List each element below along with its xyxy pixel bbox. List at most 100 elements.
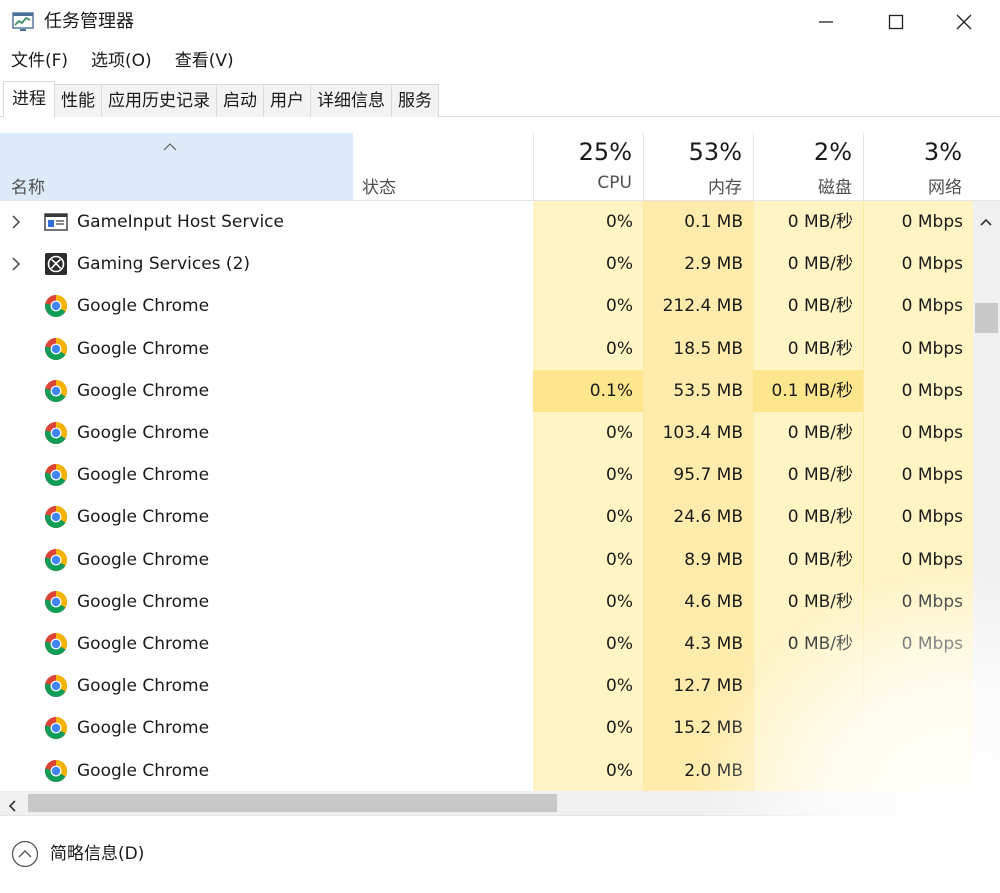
tab-details[interactable]: 详细信息 (310, 84, 392, 117)
process-name: Google Chrome (77, 550, 210, 570)
xbox-icon (44, 252, 68, 276)
process-row[interactable]: Google Chrome 0% 4.3 MB 0 MB/秒 0 Mbps (0, 623, 973, 665)
network-total-percent: 3% (923, 138, 962, 166)
cpu-total-percent: 25% (578, 138, 632, 166)
cpu-value: 0% (606, 550, 633, 570)
disk-value: 0 MB/秒 (787, 634, 853, 654)
task-manager-icon (12, 11, 36, 33)
cpu-value: 0% (606, 718, 633, 738)
cpu-value: 0% (606, 592, 633, 612)
tab-services[interactable]: 服务 (391, 84, 439, 117)
chrome-icon (44, 548, 68, 572)
tab-performance[interactable]: 性能 (54, 84, 102, 117)
disk-value: 0 MB/秒 (787, 465, 853, 485)
process-row[interactable]: GameInput Host Service 0% 0.1 MB 0 MB/秒 0 Mb… (0, 201, 973, 243)
title-bar[interactable]: 任务管理器 (0, 0, 1000, 44)
vertical-scrollbar[interactable] (973, 201, 1000, 791)
process-name: Google Chrome (77, 507, 210, 527)
chrome-icon (44, 421, 68, 445)
minimize-button[interactable] (792, 0, 860, 44)
memory-value: 53.5 MB (673, 381, 743, 401)
column-header-disk[interactable]: 2% 磁盘 (753, 133, 862, 200)
process-row[interactable]: Google Chrome 0% 212.4 MB 0 MB/秒 0 Mbps (0, 285, 973, 327)
process-name: Google Chrome (77, 423, 210, 443)
horizontal-scrollbar[interactable] (0, 791, 1000, 815)
process-name: Google Chrome (77, 634, 210, 654)
memory-value: 2.0 MB (684, 761, 743, 781)
process-row[interactable]: Gaming Services (2) 0% 2.9 MB 0 MB/秒 0 Mbps (0, 243, 973, 285)
vertical-scroll-thumb[interactable] (975, 303, 998, 333)
disk-value: 0 MB/秒 (787, 254, 853, 274)
process-row[interactable]: Google Chrome 0% 15.2 MB (0, 707, 973, 749)
network-value: 0 Mbps (901, 592, 963, 612)
column-header-name[interactable]: 名称 (0, 133, 353, 200)
collapse-circle-icon[interactable] (11, 840, 39, 872)
process-row[interactable]: Google Chrome 0.1% 53.5 MB 0.1 MB/秒 0 Mbps (0, 370, 973, 412)
memory-value: 4.6 MB (684, 592, 743, 612)
chrome-icon (44, 759, 68, 783)
network-value: 0 Mbps (901, 254, 963, 274)
tab-users[interactable]: 用户 (263, 84, 311, 117)
memory-value: 0.1 MB (684, 212, 743, 232)
column-header-cpu[interactable]: 25% CPU (533, 133, 642, 200)
cpu-value: 0% (606, 676, 633, 696)
disk-value: 0 MB/秒 (787, 212, 853, 232)
fewer-details-button[interactable]: 简略信息(D) (50, 843, 144, 865)
process-name: Google Chrome (77, 592, 210, 612)
process-name: Gaming Services (2) (77, 254, 251, 274)
process-row[interactable]: Google Chrome 0% 95.7 MB 0 MB/秒 0 Mbps (0, 454, 973, 496)
network-value: 0 Mbps (901, 507, 963, 527)
scroll-left-icon[interactable] (8, 797, 16, 816)
column-header-memory[interactable]: 53% 内存 (643, 133, 752, 200)
process-row[interactable]: Google Chrome 0% 18.5 MB 0 MB/秒 0 Mbps (0, 328, 973, 370)
column-header-status[interactable]: 状态 (362, 173, 396, 198)
chrome-icon (44, 505, 68, 529)
process-list: GameInput Host Service 0% 0.1 MB 0 MB/秒 0 Mb… (0, 201, 973, 791)
memory-value: 8.9 MB (684, 550, 743, 570)
process-row[interactable]: Google Chrome 0% 2.0 MB (0, 750, 973, 791)
tab-app-history[interactable]: 应用历史记录 (101, 84, 217, 117)
horizontal-scroll-thumb[interactable] (28, 794, 557, 812)
tab-processes[interactable]: 进程 (3, 81, 55, 117)
network-value: 0 Mbps (901, 550, 963, 570)
scroll-up-icon[interactable] (980, 211, 992, 230)
tab-strip: 进程 性能 应用历史记录 启动 用户 详细信息 服务 (0, 80, 1000, 117)
network-value: 0 Mbps (901, 634, 963, 654)
maximize-button[interactable] (862, 0, 930, 44)
chrome-icon (44, 379, 68, 403)
sort-ascending-icon (163, 137, 177, 156)
tab-startup[interactable]: 启动 (216, 84, 264, 117)
network-value: 0 Mbps (901, 339, 963, 359)
cpu-value: 0% (606, 423, 633, 443)
process-row[interactable]: Google Chrome 0% 24.6 MB 0 MB/秒 0 Mbps (0, 496, 973, 538)
process-row[interactable]: Google Chrome 0% 8.9 MB 0 MB/秒 0 Mbps (0, 539, 973, 581)
menu-file[interactable]: 文件(F) (0, 48, 78, 74)
chevron-right-icon[interactable] (11, 256, 21, 275)
chrome-icon (44, 590, 68, 614)
column-header-network[interactable]: 3% 网络 (863, 133, 972, 200)
process-name: GameInput Host Service (77, 212, 284, 232)
menu-bar: 文件(F) 选项(O) 查看(V) (0, 48, 244, 74)
memory-value: 15.2 MB (673, 718, 743, 738)
menu-options[interactable]: 选项(O) (80, 48, 162, 74)
minimize-icon (819, 21, 833, 23)
disk-value: 0 MB/秒 (787, 550, 853, 570)
memory-label: 内存 (708, 178, 742, 198)
chrome-icon (44, 716, 68, 740)
cpu-value: 0% (606, 212, 633, 232)
window-title: 任务管理器 (44, 11, 134, 32)
network-value: 0 Mbps (901, 423, 963, 443)
close-button[interactable] (930, 0, 998, 44)
process-row[interactable]: Google Chrome 0% 103.4 MB 0 MB/秒 0 Mbps (0, 412, 973, 454)
chevron-right-icon[interactable] (11, 214, 21, 233)
process-row[interactable]: Google Chrome 0% 4.6 MB 0 MB/秒 0 Mbps (0, 581, 973, 623)
disk-total-percent: 2% (813, 138, 852, 166)
disk-value: 0 MB/秒 (787, 296, 853, 316)
column-name-label: 名称 (11, 178, 45, 198)
task-manager-window: 任务管理器 文件(F) 选项(O) 查看(V) 进程 性能 应用历史记录 启动 … (0, 0, 1000, 893)
memory-value: 95.7 MB (673, 465, 743, 485)
cpu-value: 0% (606, 339, 633, 359)
process-row[interactable]: Google Chrome 0% 12.7 MB (0, 665, 973, 707)
menu-view[interactable]: 查看(V) (164, 48, 244, 74)
cpu-value: 0% (606, 634, 633, 654)
